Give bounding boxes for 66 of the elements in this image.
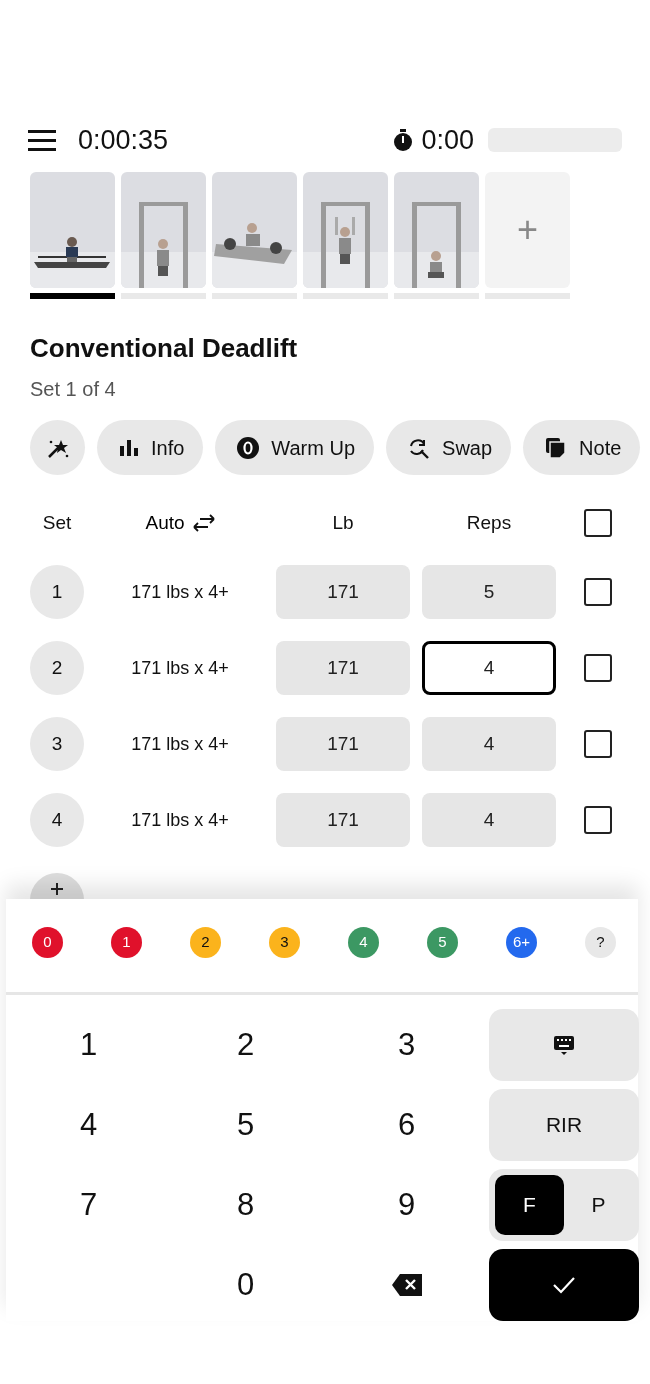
keypad-key[interactable]: 6 [324,1089,489,1161]
keypad-key[interactable]: 9 [324,1169,489,1241]
rir-option[interactable]: ? [585,927,616,958]
weight-field[interactable]: 171 [276,641,410,695]
menu-icon [28,128,56,152]
exercise-title: Conventional Deadlift [30,332,299,365]
set-number[interactable]: 4 [30,793,84,847]
menu-button[interactable] [28,128,56,152]
checkmark-icon [553,1276,575,1294]
swap-icon [408,436,431,459]
keyboard-icon [554,1035,574,1055]
reps-field[interactable]: 4 [422,717,556,771]
checkbox[interactable] [584,578,612,606]
keypad-key[interactable]: 4 [10,1089,167,1161]
set-number[interactable]: 2 [30,641,84,695]
confirm-button[interactable] [489,1249,639,1321]
checkbox[interactable] [584,730,612,758]
column-header: Reps [466,511,512,533]
swap-arrows-icon [192,514,215,532]
keypad-key[interactable]: 3 [324,1009,489,1081]
set-number[interactable]: 1 [30,565,84,619]
elapsed-time: 0:00:35 [78,123,169,157]
suggestion-text: 171 lbs x 4+ [130,656,230,680]
keypad-key[interactable]: 2 [167,1009,324,1081]
keypad-key[interactable]: 5 [167,1089,324,1161]
toggle-option[interactable]: P [564,1175,633,1235]
column-header: Lb [332,511,354,533]
toggle-option[interactable]: F [495,1175,564,1235]
keypad-key[interactable]: 8 [167,1169,324,1241]
keyboard-button[interactable] [489,1009,639,1081]
warm-up-icon [237,436,260,459]
suggestion-text: 171 lbs x 4+ [130,732,230,756]
stopwatch-icon [393,129,414,151]
action-chip[interactable]: Swap [386,420,512,475]
reps-field[interactable]: 5 [422,565,556,619]
checkbox[interactable] [584,806,612,834]
column-header: Set [42,511,72,533]
keypad-key[interactable]: 0 [167,1249,324,1321]
suggestion-text: 171 lbs x 4+ [130,808,230,832]
auto-toggle[interactable]: Auto [145,508,215,538]
rir-option[interactable]: 3 [269,927,300,958]
weight-field[interactable]: 171 [276,565,410,619]
rir-option[interactable]: 4 [348,927,379,958]
plus-icon [51,883,63,895]
set-number[interactable]: 3 [30,717,84,771]
checkbox[interactable] [584,509,612,537]
suggestion-text: 171 lbs x 4+ [130,580,230,604]
rest-timer: 0:00 [421,123,474,157]
reps-field[interactable]: 4 [422,641,556,695]
rir-option[interactable]: 0 [32,927,63,958]
rir-option[interactable]: 6+ [506,927,537,958]
weight-field[interactable]: 171 [276,717,410,771]
rir-option[interactable]: 5 [427,927,458,958]
action-chip[interactable]: Note [523,420,641,475]
keypad-key[interactable]: 7 [10,1169,167,1241]
checkbox[interactable] [584,654,612,682]
note-icon [545,436,568,459]
action-chip[interactable]: Info [97,420,204,475]
rir-button[interactable]: RIR [489,1089,639,1161]
reps-field[interactable]: 4 [422,793,556,847]
rir-option[interactable]: 1 [111,927,142,958]
keypad-key[interactable]: 1 [10,1009,167,1081]
action-chip[interactable]: Warm Up [215,420,375,475]
weight-field[interactable]: 171 [276,793,410,847]
backspace-icon [391,1274,422,1296]
rir-option[interactable]: 2 [190,927,221,958]
